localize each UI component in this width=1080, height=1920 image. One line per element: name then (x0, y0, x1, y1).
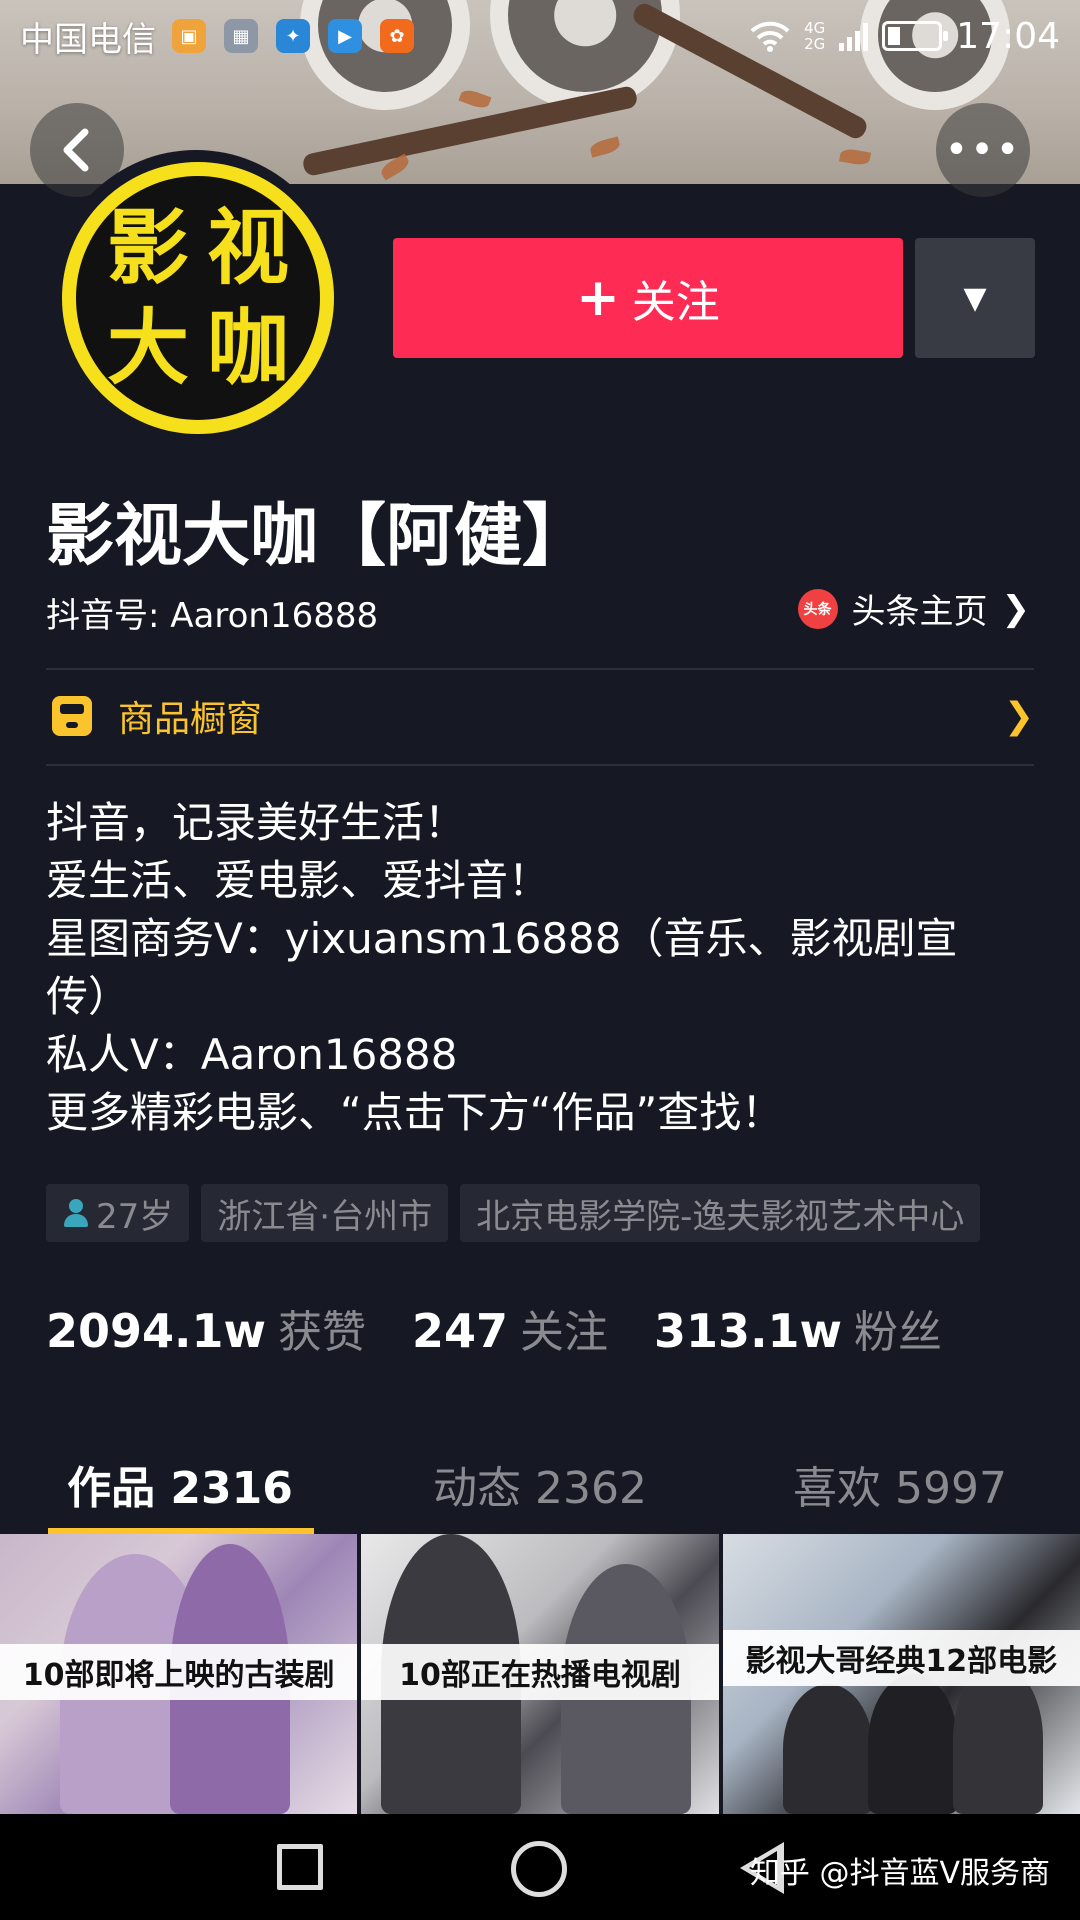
toutiao-icon: 头条 (797, 588, 838, 629)
signal-icon (839, 21, 869, 51)
bio-line: 星图商务V：yixuansm16888（音乐、影视剧宣 (46, 914, 958, 963)
bio-line: 传） (46, 972, 131, 1021)
school-tag: 北京电影学院-逸夫影视艺术中心 (460, 1184, 981, 1242)
chevron-left-icon (63, 128, 89, 172)
recent-apps-button[interactable] (277, 1844, 323, 1890)
recommend-dropdown-button[interactable]: ▼ (915, 238, 1035, 358)
home-button[interactable] (511, 1841, 567, 1897)
plus-icon: + (576, 268, 620, 328)
bio-line: 更多精彩电影、“点击下方“作品”查找！ (46, 1088, 784, 1137)
more-button[interactable]: ••• (936, 103, 1030, 197)
location-tag: 浙江省·台州市 (201, 1184, 449, 1242)
likes-count: 2094.1w (46, 1304, 267, 1358)
shop-window-label: 商品橱窗 (118, 699, 263, 740)
profile-tags: 27岁 浙江省·台州市 北京电影学院-逸夫影视艺术中心 (46, 1184, 981, 1242)
wifi-icon (750, 21, 790, 52)
notification-app-icon: ▣ (172, 19, 206, 53)
following-count[interactable]: 247 (412, 1304, 508, 1358)
bird-notification-icon: ✦ (276, 19, 310, 53)
video-notification-icon: ▶ (328, 19, 362, 53)
status-bar: 中国电信 ▣ ▦ ✦ ▶ ✿ 4G 2G 17:04 (0, 0, 1080, 72)
profile-tabs: 作品 2316 动态 2362 喜欢 5997 (0, 1434, 1080, 1534)
bio-line: 私人V：Aaron16888 (46, 1030, 458, 1079)
profile-name: 影视大咖【阿健】 (46, 497, 591, 576)
avatar-char: 视 (206, 200, 289, 296)
tab-likes[interactable]: 喜欢 5997 (720, 1434, 1080, 1534)
divider (46, 764, 1034, 766)
shop-window-row[interactable]: 商品橱窗 ❯ (46, 668, 1034, 764)
more-dots-icon: ••• (944, 127, 1022, 173)
bio-line: 爱生活、爱电影、爱抖音！ (46, 856, 551, 905)
following-label[interactable]: 关注 (520, 1296, 608, 1360)
tab-works[interactable]: 作品 2316 (0, 1434, 360, 1534)
followers-count[interactable]: 313.1w (654, 1304, 842, 1358)
clock: 17:04 (956, 15, 1060, 57)
age-label: 27岁 (96, 1196, 174, 1237)
toutiao-label: 头条主页 (851, 592, 988, 632)
chevron-right-icon: ❯ (1003, 695, 1034, 737)
person-icon (62, 1197, 90, 1229)
carrier-label: 中国电信 (20, 19, 156, 60)
avatar-char: 大 (106, 300, 189, 396)
caret-down-icon: ▼ (963, 280, 987, 316)
avatar-char: 影 (106, 200, 189, 296)
bio: 抖音，记录美好生活！ 爱生活、爱电影、爱抖音！ 星图商务V：yixuansm16… (46, 794, 1036, 1142)
video-grid: 10部即将上映的古装剧 10部正在热播电视剧 影视大哥经典12部电影 (0, 1534, 1080, 1814)
battery-icon (882, 21, 949, 51)
douyin-id: 抖音号: Aaron16888 (46, 596, 379, 636)
toutiao-homepage-link[interactable]: 头条 头条主页 ❯ (797, 584, 1031, 633)
bio-line: 抖音，记录美好生活！ (46, 798, 467, 847)
network-type: 4G 2G (804, 19, 826, 53)
video-thumbnail[interactable]: 10部正在热播电视剧 (361, 1534, 719, 1814)
gallery-notification-icon: ▦ (224, 19, 258, 53)
video-thumbnail[interactable]: 影视大哥经典12部电影 (722, 1534, 1080, 1814)
watermark: 知乎 @抖音蓝V服务商 (749, 1856, 1050, 1891)
profile-stats: 2094.1w 获赞 247 关注 313.1w 粉丝 (46, 1296, 988, 1360)
follow-button[interactable]: + 关注 (393, 238, 903, 358)
app-notification-icon: ✿ (380, 19, 414, 53)
avatar-char: 咖 (206, 300, 289, 396)
tab-dynamics[interactable]: 动态 2362 (360, 1434, 720, 1534)
likes-label: 获赞 (278, 1307, 367, 1358)
chevron-right-icon: ❯ (1001, 588, 1031, 629)
followers-label[interactable]: 粉丝 (854, 1296, 942, 1360)
avatar[interactable]: 影 视 大 咖 (62, 162, 334, 434)
age-tag: 27岁 (46, 1184, 190, 1242)
video-title: 10部即将上映的古装剧 (0, 1644, 358, 1700)
video-thumbnail[interactable]: 10部即将上映的古装剧 (0, 1534, 358, 1814)
video-title: 影视大哥经典12部电影 (722, 1630, 1080, 1686)
follow-label: 关注 (631, 277, 720, 328)
shop-icon (52, 696, 92, 736)
video-title: 10部正在热播电视剧 (361, 1644, 719, 1700)
